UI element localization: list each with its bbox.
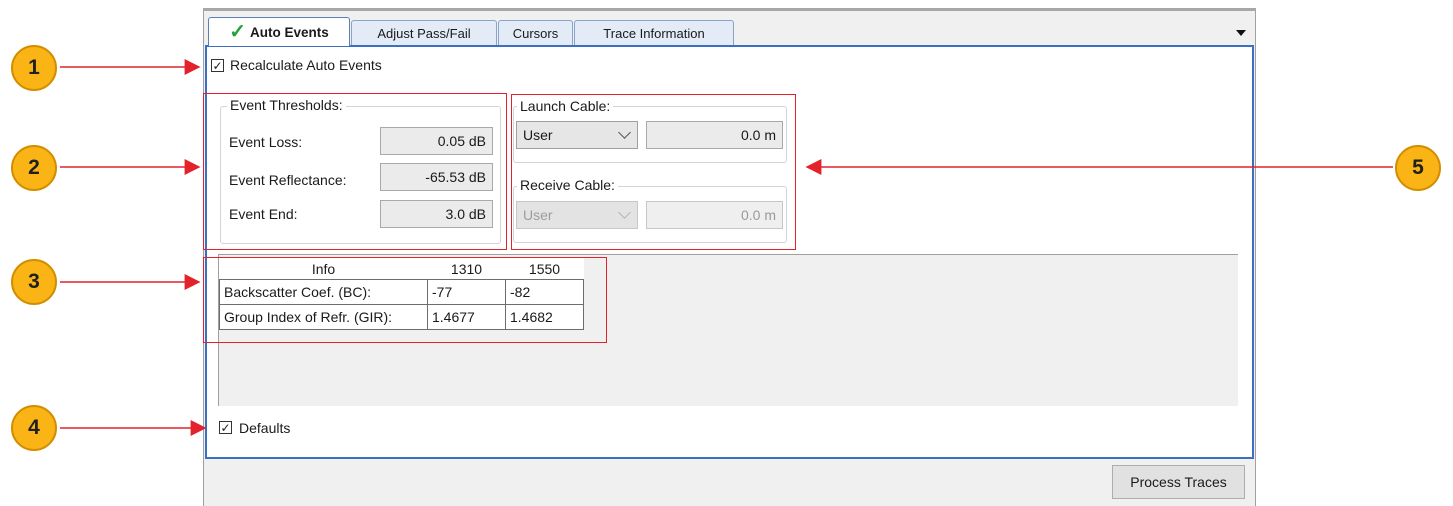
tab-label: Auto Events bbox=[250, 24, 329, 40]
tab-auto-events[interactable]: ✓ Auto Events bbox=[208, 17, 350, 46]
callout-4: 4 bbox=[11, 405, 57, 451]
callout-5: 5 bbox=[1395, 145, 1441, 191]
callout-2: 2 bbox=[11, 145, 57, 191]
callout-arrows bbox=[60, 59, 1393, 436]
checkmark-icon: ✓ bbox=[229, 21, 246, 43]
callout-1: 1 bbox=[11, 45, 57, 91]
callout-3: 3 bbox=[11, 259, 57, 305]
